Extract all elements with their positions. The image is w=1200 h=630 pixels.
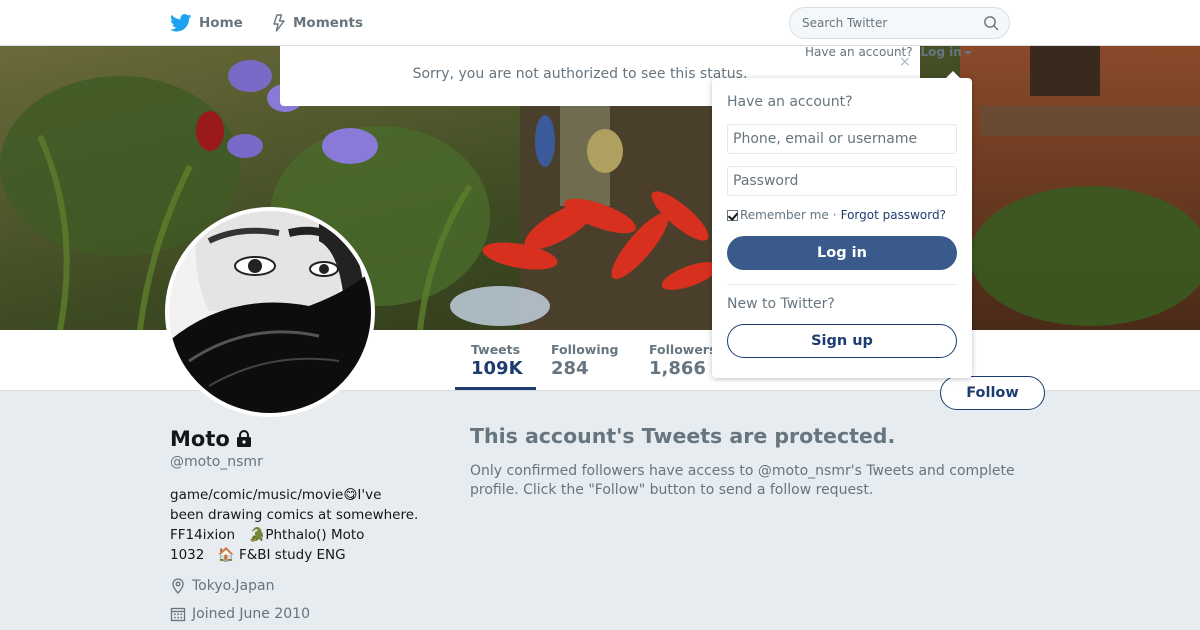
login-heading: Have an account?: [727, 94, 853, 110]
location-text: Tokyo.Japan: [192, 578, 275, 594]
divider: [727, 284, 957, 285]
login-dropdown: Have an account? Remember me · Forgot pa…: [712, 71, 972, 378]
separator: ·: [832, 208, 837, 222]
search-box: [789, 7, 1010, 39]
twitter-bird-icon: [170, 14, 192, 32]
dropdown-caret: [946, 71, 960, 78]
lock-icon: [236, 430, 251, 447]
profile-join-date: Joined June 2010: [170, 606, 310, 622]
search-icon[interactable]: [983, 15, 999, 31]
protected-description: Only confirmed followers have access to …: [470, 463, 1015, 498]
nav-home-label: Home: [199, 15, 243, 31]
stat-following-label: Following: [551, 342, 619, 357]
protected-title: This account's Tweets are protected.: [470, 424, 896, 448]
location-pin-icon: [172, 578, 184, 594]
stat-followers[interactable]: Followers 1,866: [649, 342, 716, 379]
calendar-icon: [170, 607, 186, 622]
search-input[interactable]: [790, 8, 975, 38]
forgot-password-link[interactable]: Forgot password?: [841, 208, 946, 222]
remember-me-checkbox[interactable]: [727, 209, 738, 221]
password-field[interactable]: [727, 166, 957, 196]
login-link-label: Log in: [920, 45, 962, 59]
login-dropdown-toggle[interactable]: Log in: [920, 45, 972, 59]
signup-button[interactable]: Sign up: [727, 324, 957, 358]
bio-line: game/comic/music/movie😋I've: [170, 487, 382, 503]
follow-button[interactable]: Follow: [940, 376, 1045, 410]
profile-name-text: Moto: [170, 427, 230, 451]
caret-down-icon: [963, 50, 972, 55]
remember-me-label: Remember me: [740, 208, 829, 222]
avatar[interactable]: [165, 207, 375, 417]
bio-line: FF14ixion 🐊Phthalo() Moto: [170, 527, 365, 543]
top-navigation-bar: Home Moments: [0, 0, 1200, 46]
profile-location: Tokyo.Japan: [170, 578, 274, 594]
profile-bio: game/comic/music/movie😋I've been drawing…: [170, 485, 440, 565]
stat-followers-value: 1,866: [649, 358, 706, 379]
account-prompt: Have an account? Log in: [805, 45, 972, 59]
username-field[interactable]: [727, 124, 957, 154]
nav-home-link[interactable]: Home: [170, 11, 243, 35]
join-date-text: Joined June 2010: [192, 606, 310, 622]
stat-followers-label: Followers: [649, 342, 717, 357]
stat-following-value: 284: [551, 358, 589, 379]
account-prompt-text: Have an account?: [805, 45, 913, 59]
new-to-twitter-heading: New to Twitter?: [727, 296, 835, 312]
login-button[interactable]: Log in: [727, 236, 957, 270]
bio-line: been drawing comics at somewhere.: [170, 507, 419, 523]
active-tab-underline: [455, 387, 536, 390]
stat-tweets[interactable]: Tweets 109K: [471, 342, 523, 379]
nav-moments-link[interactable]: Moments: [272, 11, 363, 35]
lightning-icon: [273, 14, 285, 32]
profile-name: Moto: [170, 427, 253, 451]
nav-moments-label: Moments: [293, 15, 364, 31]
bio-line: 1032 🏠 F&BI study ENG: [170, 547, 346, 563]
stat-following[interactable]: Following 284: [551, 342, 618, 379]
stat-tweets-value: 109K: [471, 358, 523, 379]
remember-row: Remember me · Forgot password?: [727, 208, 946, 222]
stat-tweets-label: Tweets: [471, 342, 521, 357]
profile-handle[interactable]: @moto_nsmr: [170, 454, 263, 470]
